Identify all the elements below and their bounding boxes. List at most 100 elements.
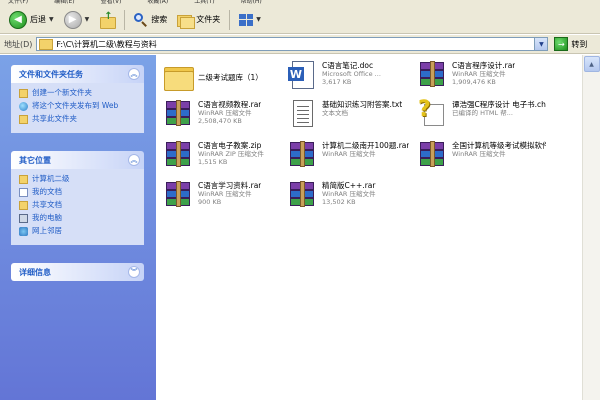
chevron-down-icon[interactable]: ▼ xyxy=(85,16,90,23)
file-type: WinRAR 压缩文件 xyxy=(322,190,376,198)
expand-icon[interactable]: ︾ xyxy=(128,266,140,278)
place-label: 网上邻居 xyxy=(32,226,62,235)
place-label: 共享文档 xyxy=(32,200,62,209)
file-name: 全国计算机等级考试模拟软件.rar xyxy=(452,141,546,150)
file-item[interactable]: 全国计算机等级考试模拟软件.rar WinRAR 压缩文件 xyxy=(416,139,546,177)
task-label: 共享此文件夹 xyxy=(32,114,77,123)
toolbar-separator xyxy=(229,9,231,30)
place-network[interactable]: 网上邻居 xyxy=(19,226,138,236)
up-folder-button[interactable]: ↑ xyxy=(96,9,118,31)
file-name: 谭浩强C程序设计 电子书.chm xyxy=(452,100,546,109)
chevron-down-icon[interactable]: ▼ xyxy=(256,16,261,23)
new-folder-icon xyxy=(19,89,28,98)
file-tasks-body: 创建一个新文件夹 将这个文件夹发布到 Web 共享此文件夹 xyxy=(11,83,144,133)
folders-button[interactable]: 文件夹 xyxy=(174,9,223,31)
file-type: WinRAR 压缩文件 xyxy=(198,190,252,198)
file-item[interactable]: C语言程序设计.rar WinRAR 压缩文件 1,909,476 KB xyxy=(416,59,546,97)
file-type: WinRAR ZIP 压缩文件 xyxy=(198,150,264,158)
task-new-folder[interactable]: 创建一个新文件夹 xyxy=(19,88,138,98)
task-share-folder[interactable]: 共享此文件夹 xyxy=(19,114,138,124)
address-input[interactable]: F:\C\计算机二级\教程与资料 ▼ xyxy=(36,37,549,51)
file-tasks-header[interactable]: 文件和文件夹任务 ︽ xyxy=(11,65,144,83)
panel-title: 详细信息 xyxy=(19,267,51,277)
address-path: F:\C\计算机二级\教程与资料 xyxy=(56,39,157,49)
file-name: C语言视频教程.rar xyxy=(198,100,262,109)
back-button[interactable]: ◀ 后退 ▼ xyxy=(6,9,57,31)
folder-icon xyxy=(39,38,54,50)
file-item[interactable]: 计算机二级南开100题.rar WinRAR 压缩文件 xyxy=(286,139,416,177)
address-label: 地址(D) xyxy=(4,39,33,49)
collapse-icon[interactable]: ︽ xyxy=(128,154,140,166)
place-my-computer[interactable]: 我的电脑 xyxy=(19,213,138,223)
file-item[interactable]: C语言电子教案.zip WinRAR ZIP 压缩文件 1,515 KB xyxy=(162,139,292,177)
place-my-documents[interactable]: 我的文档 xyxy=(19,187,138,197)
search-icon xyxy=(134,12,148,27)
winrar-icon xyxy=(286,139,318,171)
panel-title: 文件和文件夹任务 xyxy=(19,69,83,79)
shared-documents-icon xyxy=(19,201,28,210)
file-name: C语言笔记.doc xyxy=(322,61,374,70)
file-type: Microsoft Office ... xyxy=(322,70,381,78)
go-button[interactable]: → 转到 xyxy=(554,37,587,51)
file-size: 900 KB xyxy=(198,198,222,206)
globe-icon xyxy=(19,102,28,111)
file-tasks-panel: 文件和文件夹任务 ︽ 创建一个新文件夹 将这个文件夹发布到 Web 共享此文件夹 xyxy=(11,65,144,133)
file-item[interactable]: 精简版C++.rar WinRAR 压缩文件 13,502 KB xyxy=(286,179,416,217)
go-label: 转到 xyxy=(571,39,588,49)
file-name: C语言学习资料.rar xyxy=(198,181,262,190)
forward-button[interactable]: ▶ ▼ xyxy=(61,9,93,31)
network-icon xyxy=(19,227,28,236)
toolbar: ◀ 后退 ▼ ▶ ▼ ↑ 搜索 文件夹 ▼ xyxy=(0,6,600,34)
share-folder-icon xyxy=(19,115,28,124)
file-list: 二级考试题库（1） W C语言笔记.doc Microsoft Office .… xyxy=(156,55,582,400)
scroll-up-icon[interactable]: ▲ xyxy=(583,56,600,72)
task-pane: 文件和文件夹任务 ︽ 创建一个新文件夹 将这个文件夹发布到 Web 共享此文件夹 xyxy=(0,55,156,400)
file-item[interactable]: C语言学习资料.rar WinRAR 压缩文件 900 KB xyxy=(162,179,292,217)
vertical-scrollbar[interactable]: ▲ xyxy=(582,55,600,400)
winrar-icon xyxy=(416,139,448,171)
place-label: 我的电脑 xyxy=(32,213,62,222)
folder-icon xyxy=(162,61,194,93)
file-size: 1,909,476 KB xyxy=(452,78,496,86)
forward-arrow-icon: ▶ xyxy=(63,10,82,29)
back-label: 后退 xyxy=(30,15,46,24)
file-size: 1,515 KB xyxy=(198,158,228,166)
winrar-icon xyxy=(162,98,194,130)
task-label: 创建一个新文件夹 xyxy=(32,88,92,97)
views-button[interactable]: ▼ xyxy=(236,9,264,31)
search-button[interactable]: 搜索 xyxy=(131,9,170,31)
place-shared-documents[interactable]: 共享文档 xyxy=(19,200,138,210)
chevron-down-icon[interactable]: ▼ xyxy=(49,16,54,23)
place-label: 我的文档 xyxy=(32,187,62,196)
other-places-header[interactable]: 其它位置 ︽ xyxy=(11,151,144,169)
toolbar-separator xyxy=(124,9,126,30)
other-places-body: 计算机二级 我的文档 共享文档 我的电脑 网上邻居 xyxy=(11,169,144,245)
details-header[interactable]: 详细信息 ︾ xyxy=(11,263,144,281)
folder-icon xyxy=(19,175,28,184)
text-doc-icon xyxy=(286,98,318,130)
file-type: WinRAR 压缩文件 xyxy=(452,70,506,78)
file-item[interactable]: 二级考试题库（1） xyxy=(162,61,292,99)
winrar-icon xyxy=(162,179,194,211)
file-item[interactable]: C语言视频教程.rar WinRAR 压缩文件 2,508,470 KB xyxy=(162,98,292,136)
task-publish-web[interactable]: 将这个文件夹发布到 Web xyxy=(19,101,138,111)
address-bar: 地址(D) F:\C\计算机二级\教程与资料 ▼ → 转到 xyxy=(0,35,600,54)
search-label: 搜索 xyxy=(151,15,168,24)
address-dropdown-icon[interactable]: ▼ xyxy=(534,38,548,50)
explorer-window: 文件(F) 编辑(E) 查看(V) 收藏(A) 工具(T) 帮助(H) ◀ 后退… xyxy=(0,0,600,400)
file-item[interactable]: W C语言笔记.doc Microsoft Office ... 3,617 K… xyxy=(286,59,416,97)
collapse-icon[interactable]: ︽ xyxy=(128,68,140,80)
chm-help-icon: ? xyxy=(416,98,448,130)
file-size: 2,508,470 KB xyxy=(198,117,242,125)
file-item[interactable]: ? 谭浩强C程序设计 电子书.chm 已编译的 HTML 帮... xyxy=(416,98,546,136)
folders-label: 文件夹 xyxy=(196,15,221,24)
file-name: 二级考试题库（1） xyxy=(198,73,263,82)
panel-title: 其它位置 xyxy=(19,155,51,165)
file-type: WinRAR 压缩文件 xyxy=(322,150,376,158)
file-type: WinRAR 压缩文件 xyxy=(198,109,252,117)
file-item[interactable]: 基础知识练习附答案.txt 文本文档 xyxy=(286,98,416,136)
place-computer-level2[interactable]: 计算机二级 xyxy=(19,174,138,184)
winrar-icon xyxy=(162,139,194,171)
back-arrow-icon: ◀ xyxy=(9,10,27,29)
file-name: 基础知识练习附答案.txt xyxy=(322,100,403,109)
